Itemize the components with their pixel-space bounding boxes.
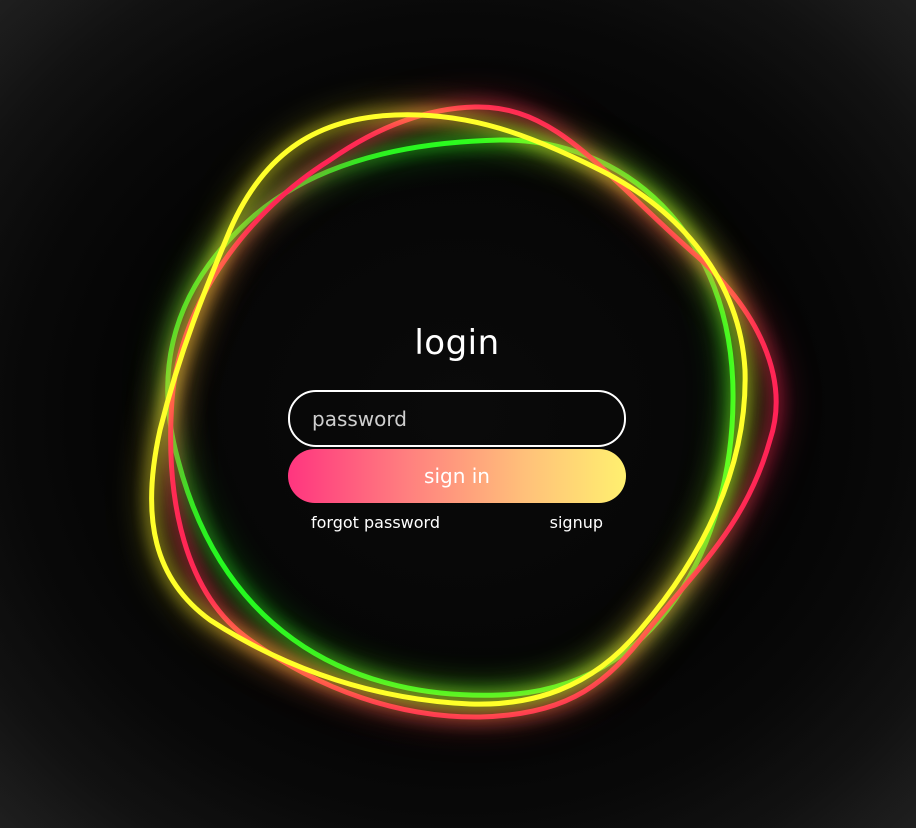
sign-in-button[interactable]: sign in	[288, 449, 626, 503]
login-form: login sign in forgot password signup	[288, 320, 626, 532]
forgot-password-link[interactable]: forgot password	[311, 513, 440, 532]
signup-link[interactable]: signup	[550, 513, 603, 532]
login-title: login	[414, 323, 500, 363]
password-input[interactable]	[288, 390, 626, 447]
login-links: forgot password signup	[311, 513, 603, 532]
login-page: login sign in forgot password signup	[0, 0, 916, 828]
